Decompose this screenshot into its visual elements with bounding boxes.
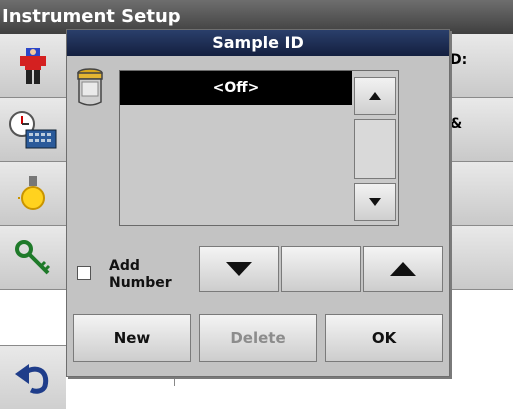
bg-right-tile[interactable]: & xyxy=(440,98,513,162)
list-item-selected[interactable]: <Off> xyxy=(120,71,352,105)
tile-lamp[interactable] xyxy=(0,162,66,226)
sample-jar-icon xyxy=(77,68,103,106)
sample-id-list[interactable]: <Off> xyxy=(119,70,399,226)
bg-right-tile[interactable]: D: xyxy=(440,34,513,98)
scroll-up-icon xyxy=(369,92,381,100)
lamp-icon xyxy=(18,175,45,210)
move-down-button[interactable] xyxy=(199,246,279,292)
nav-blank-button[interactable] xyxy=(281,246,361,292)
new-button[interactable]: New xyxy=(73,314,191,362)
scroll-down-icon xyxy=(369,198,381,206)
tile-security[interactable] xyxy=(0,226,66,290)
arrow-down-icon xyxy=(226,262,252,276)
background-right-column: D: & xyxy=(440,34,513,290)
scroll-track[interactable] xyxy=(354,119,396,179)
clock-keyboard-icon xyxy=(9,110,57,148)
sidebar-spacer xyxy=(0,290,66,345)
tile-operator[interactable] xyxy=(0,34,66,98)
person-icon xyxy=(20,47,46,84)
add-number-checkbox[interactable] xyxy=(77,266,91,280)
scroll-down-button[interactable] xyxy=(354,183,396,221)
delete-button[interactable]: Delete xyxy=(199,314,317,362)
arrow-up-icon xyxy=(390,262,416,276)
add-number-label: Add Number xyxy=(109,258,172,291)
sample-id-dialog: Sample ID <Off> Add Number New Delete OK xyxy=(66,29,450,377)
ok-button[interactable]: OK xyxy=(325,314,443,362)
bg-right-tile[interactable] xyxy=(440,162,513,226)
background-sidebar xyxy=(0,34,66,409)
move-up-button[interactable] xyxy=(363,246,443,292)
back-arrow-icon xyxy=(15,363,49,394)
back-button[interactable] xyxy=(0,345,66,409)
scroll-up-button[interactable] xyxy=(354,77,396,115)
key-icon xyxy=(15,239,51,274)
dialog-title: Sample ID xyxy=(67,30,449,56)
tile-date-time[interactable] xyxy=(0,98,66,162)
bg-right-tile[interactable] xyxy=(440,226,513,290)
